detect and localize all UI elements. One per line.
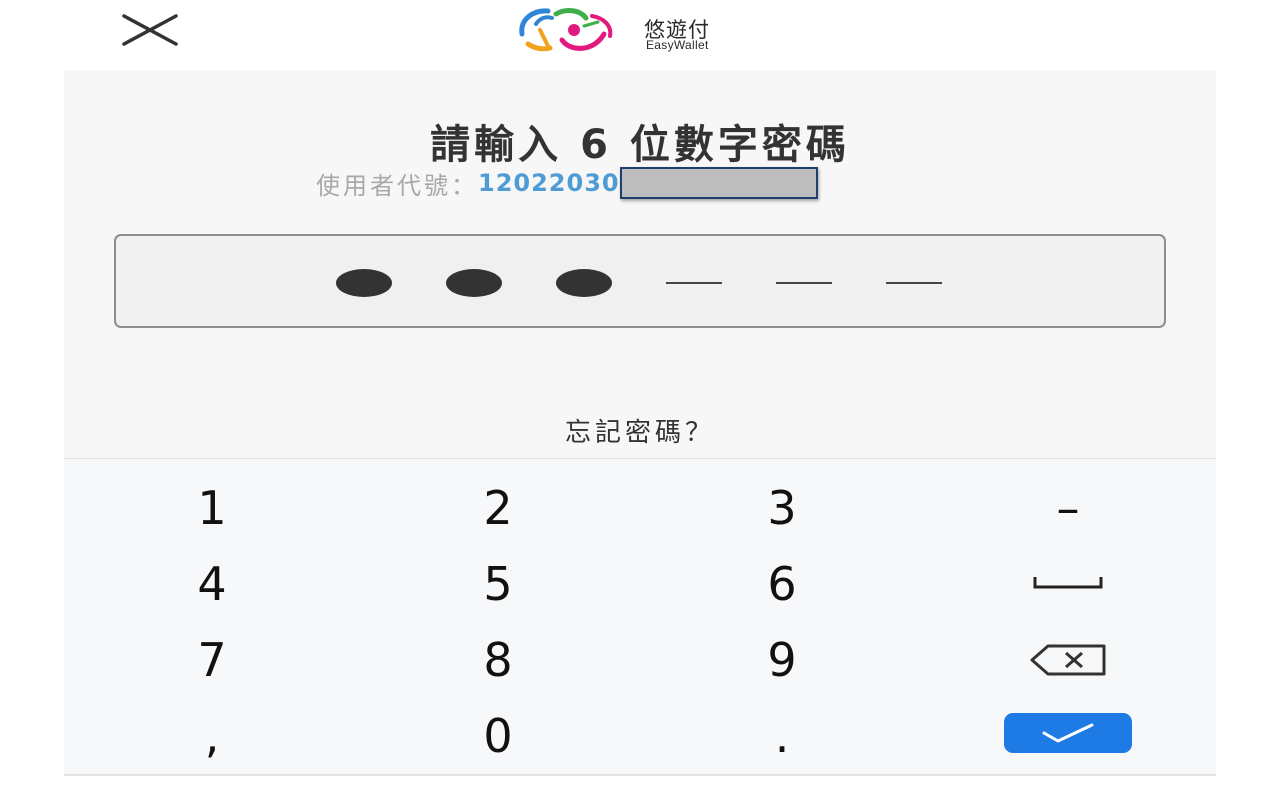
top-bar: 悠遊付 EasyWallet	[0, 0, 1280, 70]
keypad-bottom-divider	[64, 774, 1216, 776]
pin-dash	[886, 282, 942, 284]
pin-dot	[336, 269, 392, 297]
easywallet-logo: 悠遊付 EasyWallet	[514, 4, 774, 56]
key-6[interactable]: 6	[662, 549, 902, 619]
key-5[interactable]: 5	[378, 549, 618, 619]
key-space[interactable]	[948, 549, 1188, 619]
user-id-label: 使用者代號：	[316, 171, 478, 200]
key-7[interactable]: 7	[92, 625, 332, 695]
key-3-label: 3	[767, 481, 797, 535]
key-backspace[interactable]	[948, 625, 1188, 695]
key-1-label: 1	[197, 481, 227, 535]
key-2[interactable]: 2	[378, 473, 618, 543]
key-3[interactable]: 3	[662, 473, 902, 543]
check-icon	[1042, 723, 1094, 743]
pin-slot-empty	[884, 236, 944, 326]
key-0[interactable]: 0	[378, 701, 618, 771]
key-dash[interactable]: –	[948, 473, 1188, 543]
key-5-label: 5	[483, 557, 513, 611]
key-4-label: 4	[197, 557, 227, 611]
space-icon	[1033, 577, 1103, 589]
key-8[interactable]: 8	[378, 625, 618, 695]
page-title: 請輸入 6 位數字密碼	[430, 122, 850, 168]
key-1[interactable]: 1	[92, 473, 332, 543]
close-icon	[122, 14, 178, 46]
key-comma[interactable]: ,	[92, 701, 332, 771]
backspace-icon	[1030, 644, 1106, 676]
logo-subtitle: EasyWallet	[646, 38, 709, 52]
pin-input-field[interactable]	[114, 234, 1166, 328]
key-9-label: 9	[767, 633, 797, 687]
key-dash-label: –	[1056, 481, 1080, 535]
logo-mark-icon	[519, 8, 613, 52]
key-comma-label: ,	[204, 709, 220, 763]
user-id-redaction	[619, 167, 818, 199]
pin-dash	[776, 282, 832, 284]
key-4[interactable]: 4	[92, 549, 332, 619]
pin-dot	[556, 269, 612, 297]
pin-slot-filled	[334, 236, 394, 326]
forgot-password-link[interactable]: 忘記密碼？	[64, 412, 1216, 449]
close-button[interactable]	[118, 8, 182, 52]
pin-entry-panel: 請輸入 6 位數字密碼 使用者代號： 12022030 忘記密碼？	[64, 70, 1216, 458]
numeric-keypad: 1 2 3 – 4 5 6 7 8 9 , 0 .	[64, 458, 1216, 775]
pin-slot-filled	[444, 236, 504, 326]
user-id-value: 12022030	[478, 169, 620, 197]
key-period[interactable]: .	[662, 701, 902, 771]
key-8-label: 8	[483, 633, 513, 687]
key-7-label: 7	[197, 633, 227, 687]
key-period-label: .	[774, 709, 790, 763]
confirm-button[interactable]	[1004, 713, 1132, 753]
key-6-label: 6	[767, 557, 797, 611]
key-2-label: 2	[483, 481, 513, 535]
pin-slot-empty	[664, 236, 724, 326]
key-0-label: 0	[483, 709, 513, 763]
pin-dash	[666, 282, 722, 284]
user-id-line: 使用者代號： 12022030	[316, 167, 818, 200]
pin-slot-empty	[774, 236, 834, 326]
pin-slot-filled	[554, 236, 614, 326]
pin-dot	[446, 269, 502, 297]
key-9[interactable]: 9	[662, 625, 902, 695]
